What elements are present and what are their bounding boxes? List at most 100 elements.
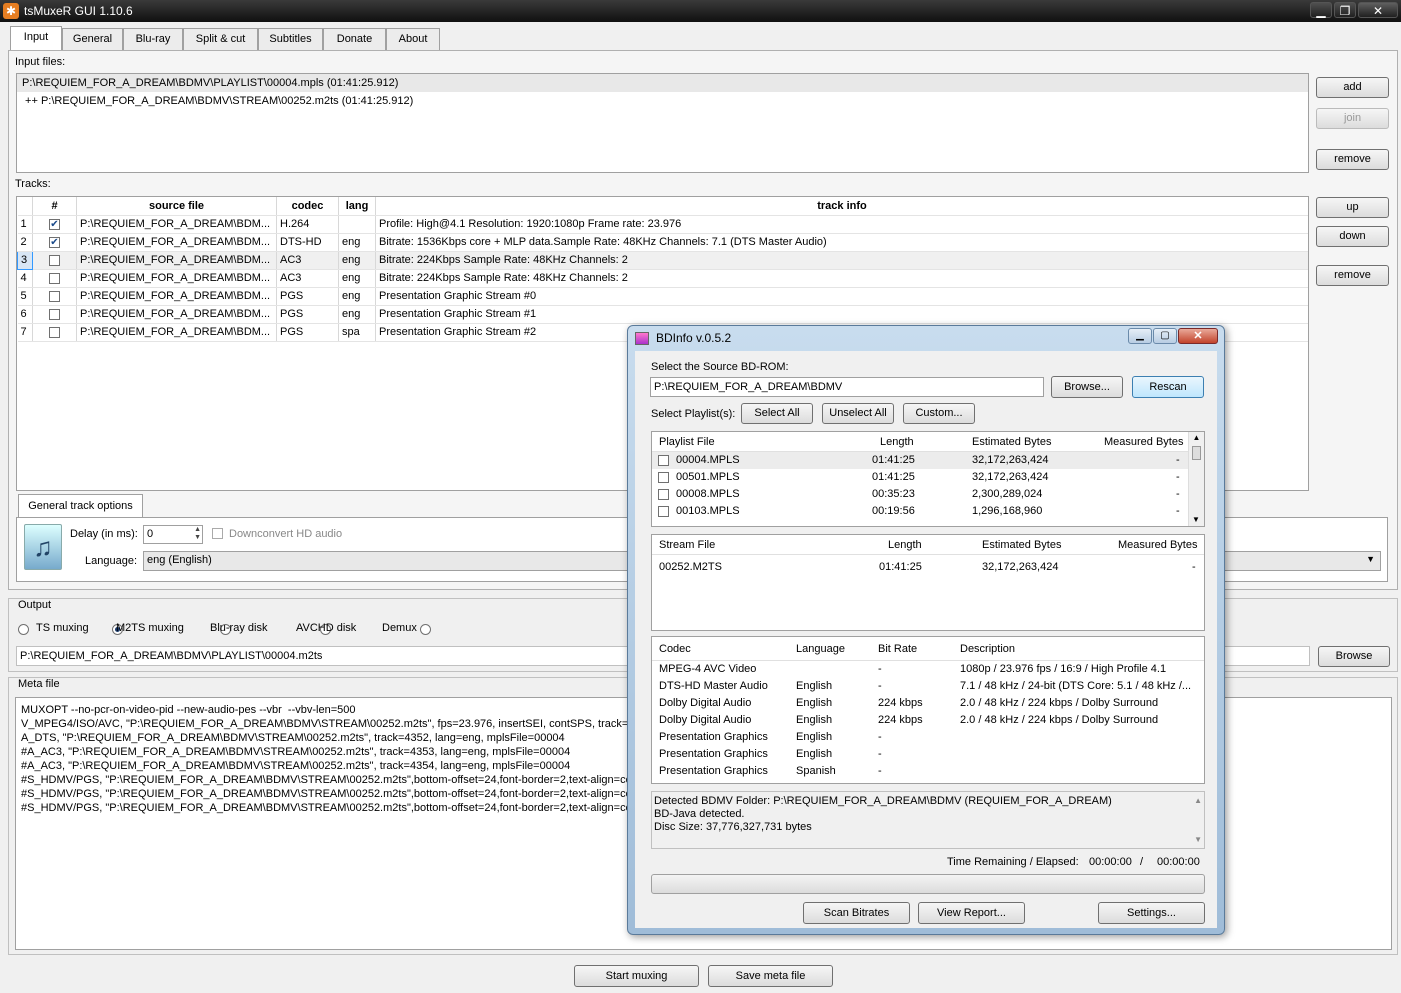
track-enabled-checkbox[interactable]: ✔ [49,218,60,230]
track-enabled-checkbox[interactable] [49,308,60,320]
start-muxing-button[interactable]: Start muxing [574,965,699,987]
remove-track-button[interactable]: remove [1316,265,1389,286]
col-header-stream-file[interactable]: Stream File [659,535,715,555]
row-number[interactable]: 3 [17,250,33,270]
codec-row[interactable]: Presentation Graphics English - [652,729,1204,746]
table-row[interactable]: 6 P:\REQUIEM_FOR_A_DREAM\BDM... PGS eng Pres… [17,305,1308,324]
col-header-codec[interactable]: codec [276,197,339,216]
col-header-language[interactable]: Language [796,637,845,661]
join-button[interactable]: join [1316,108,1389,129]
select-all-button[interactable]: Select All [741,403,813,424]
bdinfo-maximize-button[interactable]: ▢ [1153,328,1177,344]
bdinfo-browse-button[interactable]: Browse... [1051,376,1123,398]
scan-bitrates-button[interactable]: Scan Bitrates [803,902,910,924]
rescan-button[interactable]: Rescan [1132,376,1204,398]
tab-split-cut[interactable]: Split & cut [183,28,258,50]
down-button[interactable]: down [1316,226,1389,247]
scroll-down-icon[interactable]: ▼ [1189,514,1203,526]
codec-list[interactable]: Codec Language Bit Rate Description MPEG… [651,636,1205,784]
source-path-input[interactable]: P:\REQUIEM_FOR_A_DREAM\BDMV [650,377,1044,397]
view-report-button[interactable]: View Report... [918,902,1025,924]
stream-list[interactable]: Stream File Length Estimated Bytes Measu… [651,534,1205,631]
col-header-length[interactable]: Length [880,432,914,452]
col-header-estimated-bytes[interactable]: Estimated Bytes [972,432,1051,452]
scroll-up-icon[interactable]: ▲ [1189,432,1204,444]
tab-general[interactable]: General [62,28,123,50]
row-number[interactable]: 6 [17,305,33,324]
table-row[interactable]: 2 ✔ P:\REQUIEM_FOR_A_DREAM\BDM... DTS-HD eng… [17,233,1308,252]
table-row[interactable]: 5 P:\REQUIEM_FOR_A_DREAM\BDM... PGS eng Pres… [17,287,1308,306]
playlist-checkbox[interactable] [658,472,669,483]
playlist-list[interactable]: Playlist File Length Estimated Bytes Mea… [651,431,1205,527]
bdinfo-close-button[interactable]: ✕ [1178,328,1218,344]
tab-general-track-options[interactable]: General track options [18,494,143,518]
col-header-lang[interactable]: lang [338,197,376,216]
ts-muxing-radio[interactable] [18,623,29,635]
track-enabled-checkbox[interactable] [49,290,60,302]
codec-row[interactable]: Presentation Graphics Spanish - [652,763,1204,780]
playlist-checkbox[interactable] [658,489,669,500]
codec-row[interactable]: Dolby Digital Audio English 224 kbps 2.0 / … [652,695,1204,712]
row-number[interactable]: 5 [17,287,33,306]
tab-blu-ray[interactable]: Blu-ray [123,28,183,50]
playlist-scrollbar[interactable]: ▲ ▼ [1188,432,1204,526]
row-number[interactable]: 4 [17,269,33,288]
downconvert-checkbox[interactable] [212,528,223,539]
input-files-list[interactable]: P:\REQUIEM_FOR_A_DREAM\BDMV\PLAYLIST\000… [16,73,1309,173]
playlist-checkbox[interactable] [658,455,669,466]
tab-subtitles[interactable]: Subtitles [258,28,323,50]
delay-input[interactable]: 0 ▲ ▼ [143,525,203,544]
col-header-measured-bytes[interactable]: Measured Bytes [1118,535,1197,555]
col-header-bit-rate[interactable]: Bit Rate [878,637,917,661]
col-header-measured-bytes[interactable]: Measured Bytes [1104,432,1183,452]
up-button[interactable]: up [1316,197,1389,218]
col-header-track-info[interactable]: track info [375,197,1308,216]
table-row[interactable]: 4 P:\REQUIEM_FOR_A_DREAM\BDM... AC3 eng Bitr… [17,269,1308,288]
col-header-estimated-bytes[interactable]: Estimated Bytes [982,535,1061,555]
table-row[interactable]: 1 ✔ P:\REQUIEM_FOR_A_DREAM\BDM... H.264 Prof… [17,215,1308,234]
track-enabled-checkbox[interactable] [49,272,60,284]
save-meta-button[interactable]: Save meta file [708,965,833,987]
demux-radio[interactable] [420,623,432,635]
tab-input[interactable]: Input [10,26,62,51]
col-header-description[interactable]: Description [960,637,1015,661]
col-header-number[interactable]: # [32,197,77,216]
col-header-playlist-file[interactable]: Playlist File [659,432,715,452]
codec-row[interactable]: Dolby Digital Audio English 224 kbps 2.0 / … [652,712,1204,729]
col-header-source-file[interactable]: source file [76,197,277,216]
close-button[interactable]: ✕ [1358,2,1398,18]
minimize-button[interactable]: ▁ [1310,2,1332,18]
playlist-row[interactable]: 00004.MPLS 01:41:25 32,172,263,424 - [652,452,1204,469]
spinner-arrows-icon[interactable]: ▲ ▼ [194,526,201,542]
playlist-row[interactable]: 00008.MPLS 00:35:23 2,300,289,024 - [652,486,1204,503]
scroll-thumb[interactable] [1192,446,1201,460]
bdinfo-minimize-button[interactable]: ▁ [1128,328,1152,344]
playlist-checkbox[interactable] [658,506,669,517]
settings-button[interactable]: Settings... [1098,902,1205,924]
input-file-item[interactable]: ++ P:\REQUIEM_FOR_A_DREAM\BDMV\STREAM\00… [17,92,1308,110]
track-enabled-checkbox[interactable] [49,254,60,266]
track-enabled-checkbox[interactable]: ✔ [49,236,60,248]
remove-file-button[interactable]: remove [1316,149,1389,170]
maximize-button[interactable]: ❐ [1334,2,1356,18]
scroll-down-icon[interactable]: ▼ [1194,833,1202,846]
log-textarea[interactable]: Detected BDMV Folder: P:\REQUIEM_FOR_A_D… [651,791,1205,849]
row-number[interactable]: 7 [17,323,33,342]
row-number[interactable]: 2 [17,233,33,252]
codec-row[interactable]: Presentation Graphics English - [652,746,1204,763]
stream-row[interactable]: 00252.M2TS 01:41:25 32,172,263,424 - [652,559,1204,576]
codec-row[interactable]: MPEG-4 AVC Video - 1080p / 23.976 fps / 16… [652,661,1204,678]
codec-row[interactable]: DTS-HD Master Audio English - 7.1 / 48 kHz … [652,678,1204,695]
playlist-row[interactable]: 00103.MPLS 00:19:56 1,296,168,960 - [652,503,1204,520]
table-row[interactable]: 3 P:\REQUIEM_FOR_A_DREAM\BDM... AC3 eng Bitr… [17,250,1308,270]
unselect-all-button[interactable]: Unselect All [822,403,894,424]
output-browse-button[interactable]: Browse [1318,646,1390,667]
tab-donate[interactable]: Donate [323,28,386,50]
scroll-up-icon[interactable]: ▲ [1194,794,1202,807]
col-header-codec[interactable]: Codec [659,637,691,661]
add-button[interactable]: add [1316,77,1389,98]
row-number[interactable]: 1 [17,215,33,234]
playlist-row[interactable]: 00501.MPLS 01:41:25 32,172,263,424 - [652,469,1204,486]
col-header-length[interactable]: Length [888,535,922,555]
custom-button[interactable]: Custom... [903,403,975,424]
